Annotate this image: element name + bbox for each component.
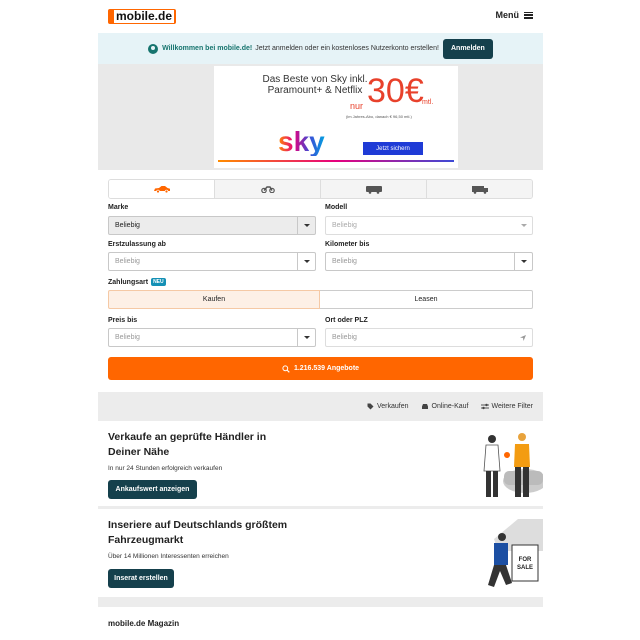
ort-input[interactable]: Beliebig xyxy=(325,328,533,347)
magazin-section: mobile.de Magazin xyxy=(98,607,543,640)
mobile-de-logo[interactable]: mobile.de xyxy=(108,9,177,24)
car-front-icon xyxy=(421,404,428,409)
login-button[interactable]: Anmelden xyxy=(442,38,493,59)
tab-car[interactable] xyxy=(109,180,215,198)
modell-label: Modell xyxy=(325,204,348,211)
erstzulassung-select[interactable]: Beliebig xyxy=(108,252,316,271)
search-submit-button[interactable]: 1.216.539 Angebote xyxy=(108,357,533,380)
weitere-filter-link[interactable]: Weitere Filter xyxy=(480,403,534,410)
sky-logo: sky xyxy=(278,126,325,157)
search-submit-label: 1.216.539 Angebote xyxy=(293,365,360,372)
chevron-down-icon xyxy=(297,329,315,346)
ort-label: Ort oder PLZ xyxy=(325,317,368,324)
promo-sell-text: In nur 24 Stunden erfolgreich verkaufen xyxy=(108,465,223,472)
modell-select[interactable]: Beliebig xyxy=(325,216,533,235)
svg-text:FOR: FOR xyxy=(519,557,532,563)
modell-value: Beliebig xyxy=(332,222,357,229)
sliders-icon xyxy=(480,403,489,410)
marke-select[interactable]: Beliebig xyxy=(108,216,316,235)
verkaufen-label: Verkaufen xyxy=(377,403,409,410)
online-kauf-link[interactable]: Online-Kauf xyxy=(421,403,469,410)
kilometer-select[interactable]: Beliebig xyxy=(325,252,533,271)
hamburger-icon xyxy=(524,11,533,19)
zahlungsart-text: Zahlungsart xyxy=(108,278,149,286)
promo-sell-title: Verkaufe an geprüfte Händler in Deiner N… xyxy=(108,431,267,458)
filter-bar: Verkaufen Online-Kauf Weitere Filter xyxy=(98,392,543,421)
car-icon xyxy=(153,186,170,193)
truck-icon xyxy=(471,185,488,194)
preis-value: Beliebig xyxy=(115,334,140,341)
ad-area: Das Beste von Sky inkl. Paramount+ & Net… xyxy=(98,64,543,170)
menu-button[interactable]: Menü xyxy=(495,10,533,20)
search-icon xyxy=(282,364,290,373)
preis-label: Preis bis xyxy=(108,317,138,324)
kilometer-value: Beliebig xyxy=(332,258,357,265)
for-sale-illustration: FOR SALE xyxy=(488,519,543,587)
ad-price: 30€ xyxy=(367,72,424,110)
preis-select[interactable]: Beliebig xyxy=(108,328,316,347)
chevron-down-icon xyxy=(297,217,315,234)
section-divider xyxy=(98,597,543,607)
ad-mtl: mtl. xyxy=(422,99,434,106)
marke-value: Beliebig xyxy=(115,222,140,229)
erstzulassung-label: Erstzulassung ab xyxy=(108,241,166,248)
vehicle-tabs xyxy=(108,179,533,199)
ad-cta-button[interactable]: Jetzt sichern xyxy=(363,142,423,155)
ad-fineprint: (im Jahres-Abo, danach € 96,50 mtl.) xyxy=(346,114,412,119)
weitere-filter-label: Weitere Filter xyxy=(491,403,534,410)
sky-advertisement[interactable]: Das Beste von Sky inkl. Paramount+ & Net… xyxy=(214,66,458,168)
promo-sell: Verkaufe an geprüfte Händler in Deiner N… xyxy=(98,421,543,506)
welcome-banner: Willkommen bei mobile.de! Jetzt anmelden… xyxy=(98,33,543,64)
welcome-title: Willkommen bei mobile.de! xyxy=(162,45,253,52)
chevron-down-icon xyxy=(297,253,315,270)
verkaufen-link[interactable]: Verkaufen xyxy=(367,403,409,410)
zahlungsart-label: Zahlungsart NEU xyxy=(108,278,166,286)
header: mobile.de Menü xyxy=(98,0,543,33)
motorbike-icon xyxy=(260,186,275,193)
menu-label: Menü xyxy=(495,10,520,20)
magazin-title: mobile.de Magazin xyxy=(108,619,180,628)
dealer-handshake-illustration xyxy=(483,433,543,497)
location-arrow-icon xyxy=(520,335,526,341)
ad-nur: nur xyxy=(350,101,364,111)
chevron-down-icon xyxy=(515,217,532,234)
ad-gradient-bar xyxy=(218,160,454,162)
ankaufswert-button[interactable]: Ankaufswert anzeigen xyxy=(108,480,197,499)
promo-list: Inseriere auf Deutschlands größtem Fahrz… xyxy=(98,509,543,597)
camper-icon xyxy=(365,185,382,194)
promo-list-text: Über 14 Millionen Interessenten erreiche… xyxy=(108,553,229,560)
tab-camper[interactable] xyxy=(321,180,427,198)
tab-truck[interactable] xyxy=(427,180,532,198)
logo-text: mobile.de xyxy=(114,9,175,23)
leasen-toggle[interactable]: Leasen xyxy=(320,290,533,309)
new-badge: NEU xyxy=(151,278,166,286)
svg-text:SALE: SALE xyxy=(517,565,533,571)
online-kauf-label: Online-Kauf xyxy=(431,403,469,410)
inserat-erstellen-button[interactable]: Inserat erstellen xyxy=(108,569,174,588)
welcome-text: Jetzt anmelden oder ein kostenloses Nutz… xyxy=(255,45,439,52)
ad-headline: Das Beste von Sky inkl. Paramount+ & Net… xyxy=(262,74,368,96)
kilometer-label: Kilometer bis xyxy=(325,241,370,248)
kaufen-toggle[interactable]: Kaufen xyxy=(108,290,320,309)
user-icon xyxy=(148,43,159,54)
tab-motorbike[interactable] xyxy=(215,180,321,198)
search-form: Marke Beliebig Modell Beliebig Erstzulas… xyxy=(108,179,533,380)
erstzulassung-value: Beliebig xyxy=(115,258,140,265)
promo-list-title: Inseriere auf Deutschlands größtem Fahrz… xyxy=(108,519,288,546)
marke-label: Marke xyxy=(108,204,129,211)
tag-icon xyxy=(367,403,374,410)
chevron-down-icon xyxy=(514,253,532,270)
ort-placeholder: Beliebig xyxy=(332,334,357,341)
